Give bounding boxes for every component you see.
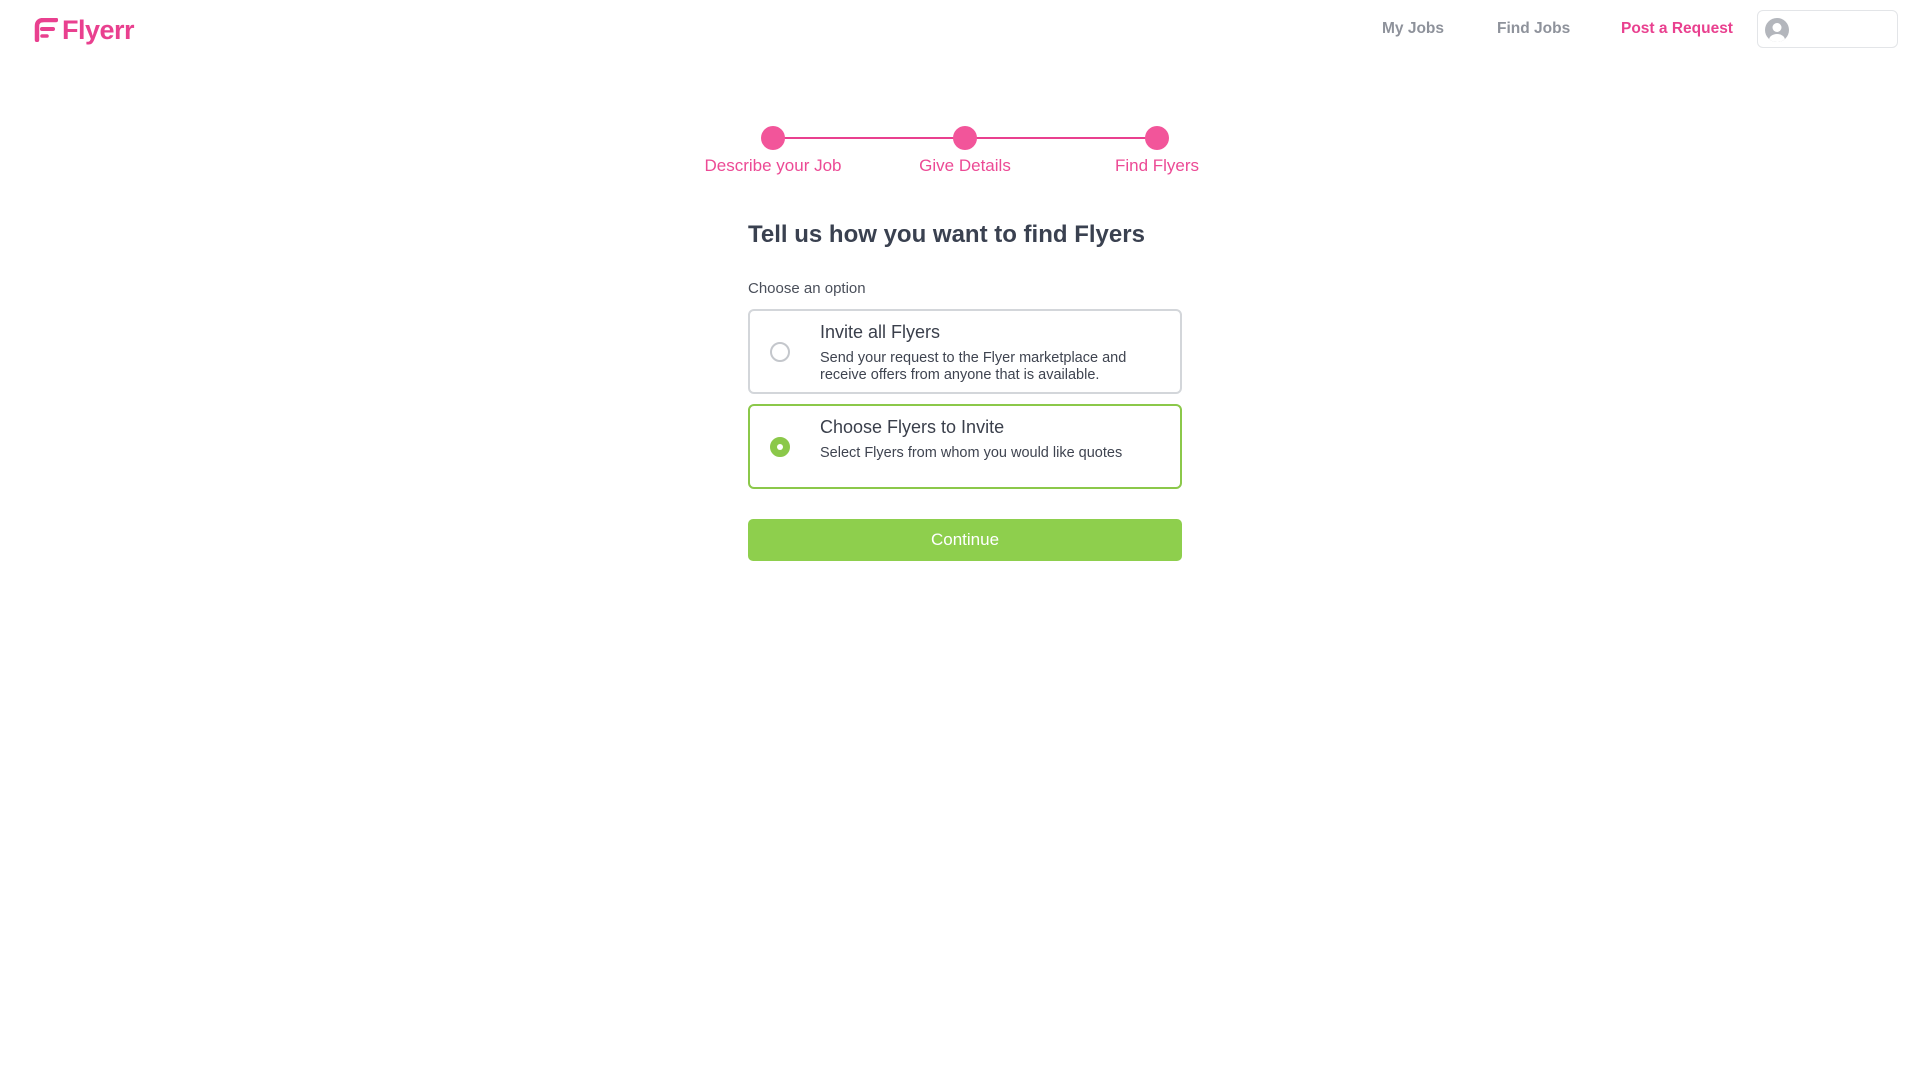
find-flyers-form: Tell us how you want to find Flyers Choo… <box>748 215 1182 561</box>
step-dot-find-flyers <box>1145 126 1169 150</box>
radio-selected-icon[interactable] <box>770 437 790 457</box>
option-description: Select Flyers from whom you would like q… <box>820 445 1123 461</box>
progress-stepper: Describe your Job Give Details Find Flye… <box>0 0 1920 190</box>
option-title: Choose Flyers to Invite <box>820 417 1005 437</box>
option-title: Invite all Flyers <box>820 322 941 342</box>
page-title: Tell us how you want to find Flyers <box>748 221 1145 248</box>
option-description: Send your request to the Flyer marketpla… <box>820 350 1127 383</box>
step-label-describe-your-job: Describe your Job <box>704 156 842 175</box>
step-dot-give-details <box>953 126 977 150</box>
step-dot-describe-your-job <box>761 126 785 150</box>
radio-dot <box>777 444 783 450</box>
step-label-give-details: Give Details <box>919 156 1011 175</box>
option-choose-flyers-to-invite[interactable]: Choose Flyers to Invite Select Flyers fr… <box>748 404 1182 489</box>
choose-option-label: Choose an option <box>748 280 866 297</box>
option-invite-all-flyers[interactable]: Invite all Flyers Send your request to t… <box>748 309 1182 394</box>
radio-unselected-icon[interactable] <box>770 342 790 362</box>
continue-button[interactable]: Continue <box>748 519 1182 561</box>
step-label-find-flyers: Find Flyers <box>1114 156 1200 175</box>
step-connector-2 <box>965 137 1157 139</box>
step-connector-1 <box>773 137 965 139</box>
